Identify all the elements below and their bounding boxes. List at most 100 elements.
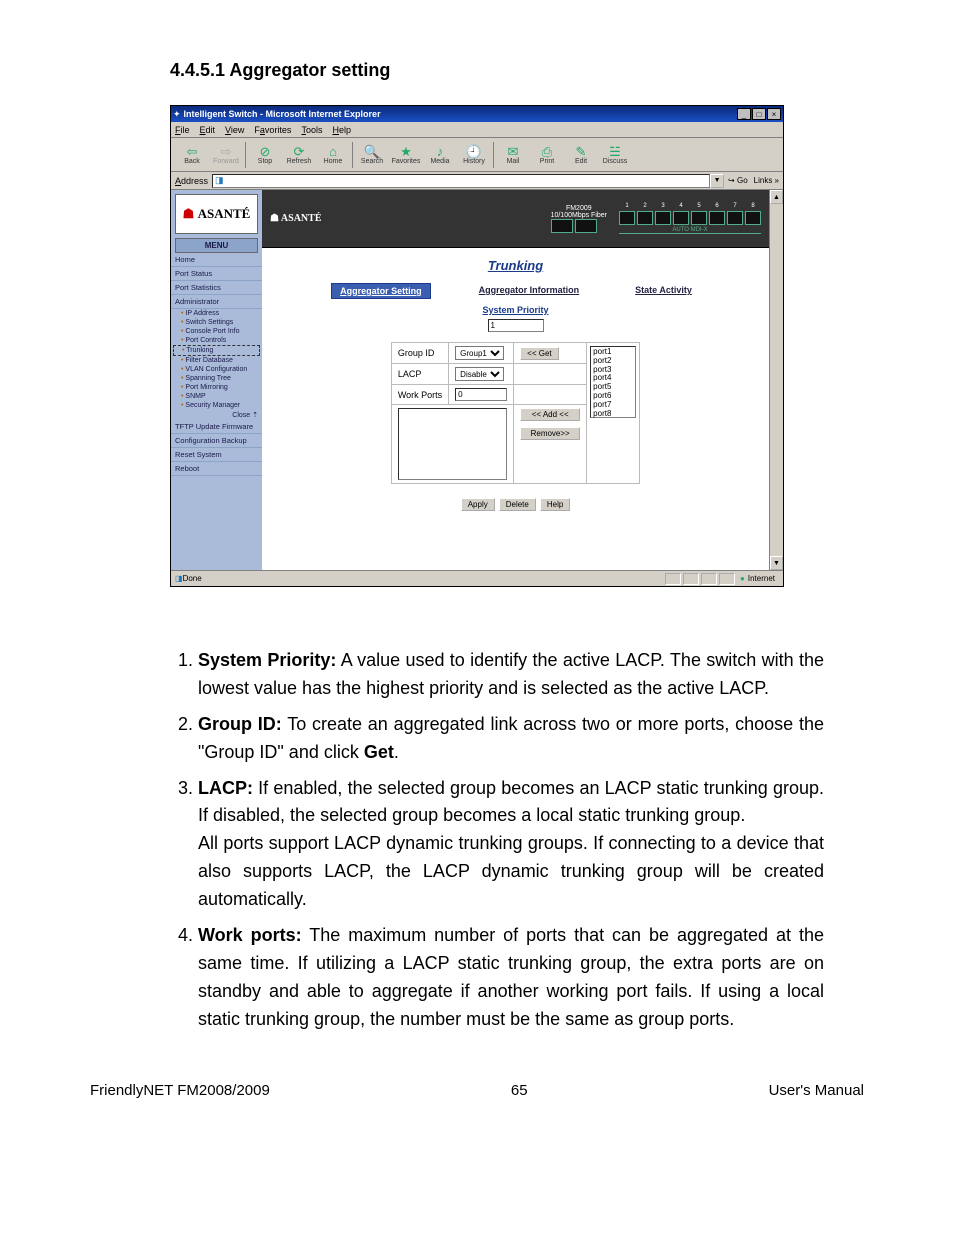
available-ports-list[interactable]: port1port2port3port4port5port6port7port8 xyxy=(590,346,636,418)
list-item: LACP: If enabled, the selected group bec… xyxy=(198,775,824,914)
menu-help[interactable]: Help xyxy=(332,125,351,135)
sidebar-sub-mirroring[interactable]: Port Mirroring xyxy=(171,383,262,392)
work-ports-label: Work Ports xyxy=(391,385,448,405)
page-footer: FriendlyNET FM2008/2009 65 User's Manual xyxy=(0,1042,954,1099)
sidebar-item-home[interactable]: Home xyxy=(171,253,262,267)
sidebar-sub-switch[interactable]: Switch Settings xyxy=(171,318,262,327)
toolbar-home[interactable]: ⌂Home xyxy=(316,145,350,165)
search-icon: 🔍 xyxy=(364,145,380,158)
address-dropdown[interactable]: ▼ xyxy=(710,174,724,188)
toolbar-stop[interactable]: ⊘Stop xyxy=(248,145,282,165)
selected-ports-list[interactable] xyxy=(398,408,507,480)
list-item: System Priority: A value used to identif… xyxy=(198,647,824,703)
add-button[interactable]: << Add << xyxy=(520,408,580,421)
tab-aggregator-setting[interactable]: Aggregator Setting xyxy=(331,283,431,299)
toolbar-history[interactable]: 🕘History xyxy=(457,145,491,165)
address-label: Address xyxy=(175,176,208,186)
sidebar-item-backup[interactable]: Configuration Backup xyxy=(171,434,262,448)
ie-icon: ✦ xyxy=(173,109,181,120)
group-id-label: Group ID xyxy=(391,343,448,364)
sidebar-item-port-status[interactable]: Port Status xyxy=(171,267,262,281)
sidebar-sub-security[interactable]: Security Manager xyxy=(171,401,262,410)
window-titlebar: ✦ Intelligent Switch - Microsoft Interne… xyxy=(171,106,783,122)
sidebar-item-port-statistics[interactable]: Port Statistics xyxy=(171,281,262,295)
edit-icon: ✎ xyxy=(576,145,587,158)
go-button[interactable]: ↪ Go xyxy=(728,176,748,185)
sidebar-item-reboot[interactable]: Reboot xyxy=(171,462,262,476)
sidebar-close[interactable]: Close ⇡ xyxy=(171,410,262,420)
footer-center: 65 xyxy=(511,1082,528,1099)
delete-button[interactable]: Delete xyxy=(499,498,536,511)
sidebar-sub-ip[interactable]: IP Address xyxy=(171,309,262,318)
apply-button[interactable]: Apply xyxy=(461,498,495,511)
sidebar-sub-vlan[interactable]: VLAN Configuration xyxy=(171,365,262,374)
discuss-icon: ☱ xyxy=(609,145,621,158)
print-icon: ⎙ xyxy=(542,145,552,158)
toolbar-back[interactable]: ⇦Back xyxy=(175,145,209,165)
sidebar-sub-spanning[interactable]: Spanning Tree xyxy=(171,374,262,383)
internet-icon: ● xyxy=(740,574,745,583)
remove-button[interactable]: Remove>> xyxy=(520,427,580,440)
toolbar-discuss[interactable]: ☱Discuss xyxy=(598,145,632,165)
mail-icon: ✉ xyxy=(508,145,519,158)
menu-tools[interactable]: Tools xyxy=(301,125,322,135)
toolbar-edit[interactable]: ✎Edit xyxy=(564,145,598,165)
toolbar-refresh[interactable]: ⟳Refresh xyxy=(282,145,316,165)
toolbar-media[interactable]: ♪Media xyxy=(423,145,457,165)
system-priority-input[interactable] xyxy=(488,319,544,332)
media-icon: ♪ xyxy=(437,145,444,158)
toolbar-search[interactable]: 🔍Search xyxy=(355,145,389,165)
menu-bar: File Edit View Favorites Tools Help xyxy=(171,122,783,138)
menu-edit[interactable]: Edit xyxy=(200,125,216,135)
toolbar-favorites[interactable]: ★Favorites xyxy=(389,145,423,165)
page-icon: ◨ xyxy=(175,574,183,583)
lacp-select[interactable]: Disable xyxy=(455,367,504,381)
section-heading: 4.4.5.1 Aggregator setting xyxy=(90,60,864,81)
lacp-label: LACP xyxy=(391,364,448,385)
tab-aggregator-information[interactable]: Aggregator Information xyxy=(471,283,588,299)
sidebar-sub-console[interactable]: Console Port Info xyxy=(171,327,262,336)
scroll-up-icon[interactable]: ▲ xyxy=(770,190,783,204)
aggregator-form: Group ID Group1 << Get port1port2por xyxy=(391,342,640,484)
get-button[interactable]: << Get xyxy=(520,347,558,360)
toolbar-forward[interactable]: ⇨Forward xyxy=(209,145,243,165)
toolbar-mail[interactable]: ✉Mail xyxy=(496,145,530,165)
work-ports-input[interactable] xyxy=(455,388,507,401)
vertical-scrollbar[interactable]: ▲ ▼ xyxy=(769,190,783,570)
address-input[interactable]: ◨ xyxy=(212,174,710,188)
ie-window: ✦ Intelligent Switch - Microsoft Interne… xyxy=(170,105,784,587)
scroll-down-icon[interactable]: ▼ xyxy=(770,556,783,570)
sidebar-sub-portcontrols[interactable]: Port Controls xyxy=(171,336,262,345)
sidebar-sub-filter[interactable]: Filter Database xyxy=(171,356,262,365)
sidebar-item-tftp[interactable]: TFTP Update Firmware xyxy=(171,420,262,434)
links-button[interactable]: Links » xyxy=(754,176,779,185)
group-id-select[interactable]: Group1 xyxy=(455,346,504,360)
uplink-slot xyxy=(575,219,597,233)
address-bar: Address ◨ ▼ ↪ Go Links » xyxy=(171,172,783,190)
sidebar-sub-snmp[interactable]: SNMP xyxy=(171,392,262,401)
sidebar-sub-trunking[interactable]: Trunking xyxy=(173,345,260,356)
toolbar-print[interactable]: ⎙Print xyxy=(530,145,564,165)
port-jacks xyxy=(619,211,761,225)
page-icon: ◨ xyxy=(215,175,224,186)
brand-logo: ☗ ASANTÉ xyxy=(175,194,258,234)
auto-mdix-label: AUTO MDI-X xyxy=(619,227,761,234)
menu-file[interactable]: File xyxy=(175,125,190,135)
uplink-slot xyxy=(551,219,573,233)
list-item: Group ID: To create an aggregated link a… xyxy=(198,711,824,767)
menu-favorites[interactable]: Favorites xyxy=(254,125,291,135)
sidebar-item-administrator[interactable]: Administrator xyxy=(171,295,262,309)
status-bar: ◨ Done ● Internet xyxy=(171,570,783,586)
trunking-panel: Trunking Aggregator Setting Aggregator I… xyxy=(262,248,769,570)
status-done: Done xyxy=(183,574,664,583)
footer-right: User's Manual xyxy=(769,1082,864,1099)
menu-view[interactable]: View xyxy=(225,125,244,135)
footer-left: FriendlyNET FM2008/2009 xyxy=(90,1082,270,1099)
close-button[interactable]: × xyxy=(767,108,781,120)
maximize-button[interactable]: □ xyxy=(752,108,766,120)
minimize-button[interactable]: _ xyxy=(737,108,751,120)
help-button[interactable]: Help xyxy=(540,498,570,511)
tab-state-activity[interactable]: State Activity xyxy=(627,283,700,299)
trunking-tabs: Aggregator Setting Aggregator Informatio… xyxy=(282,283,749,299)
sidebar-item-reset[interactable]: Reset System xyxy=(171,448,262,462)
